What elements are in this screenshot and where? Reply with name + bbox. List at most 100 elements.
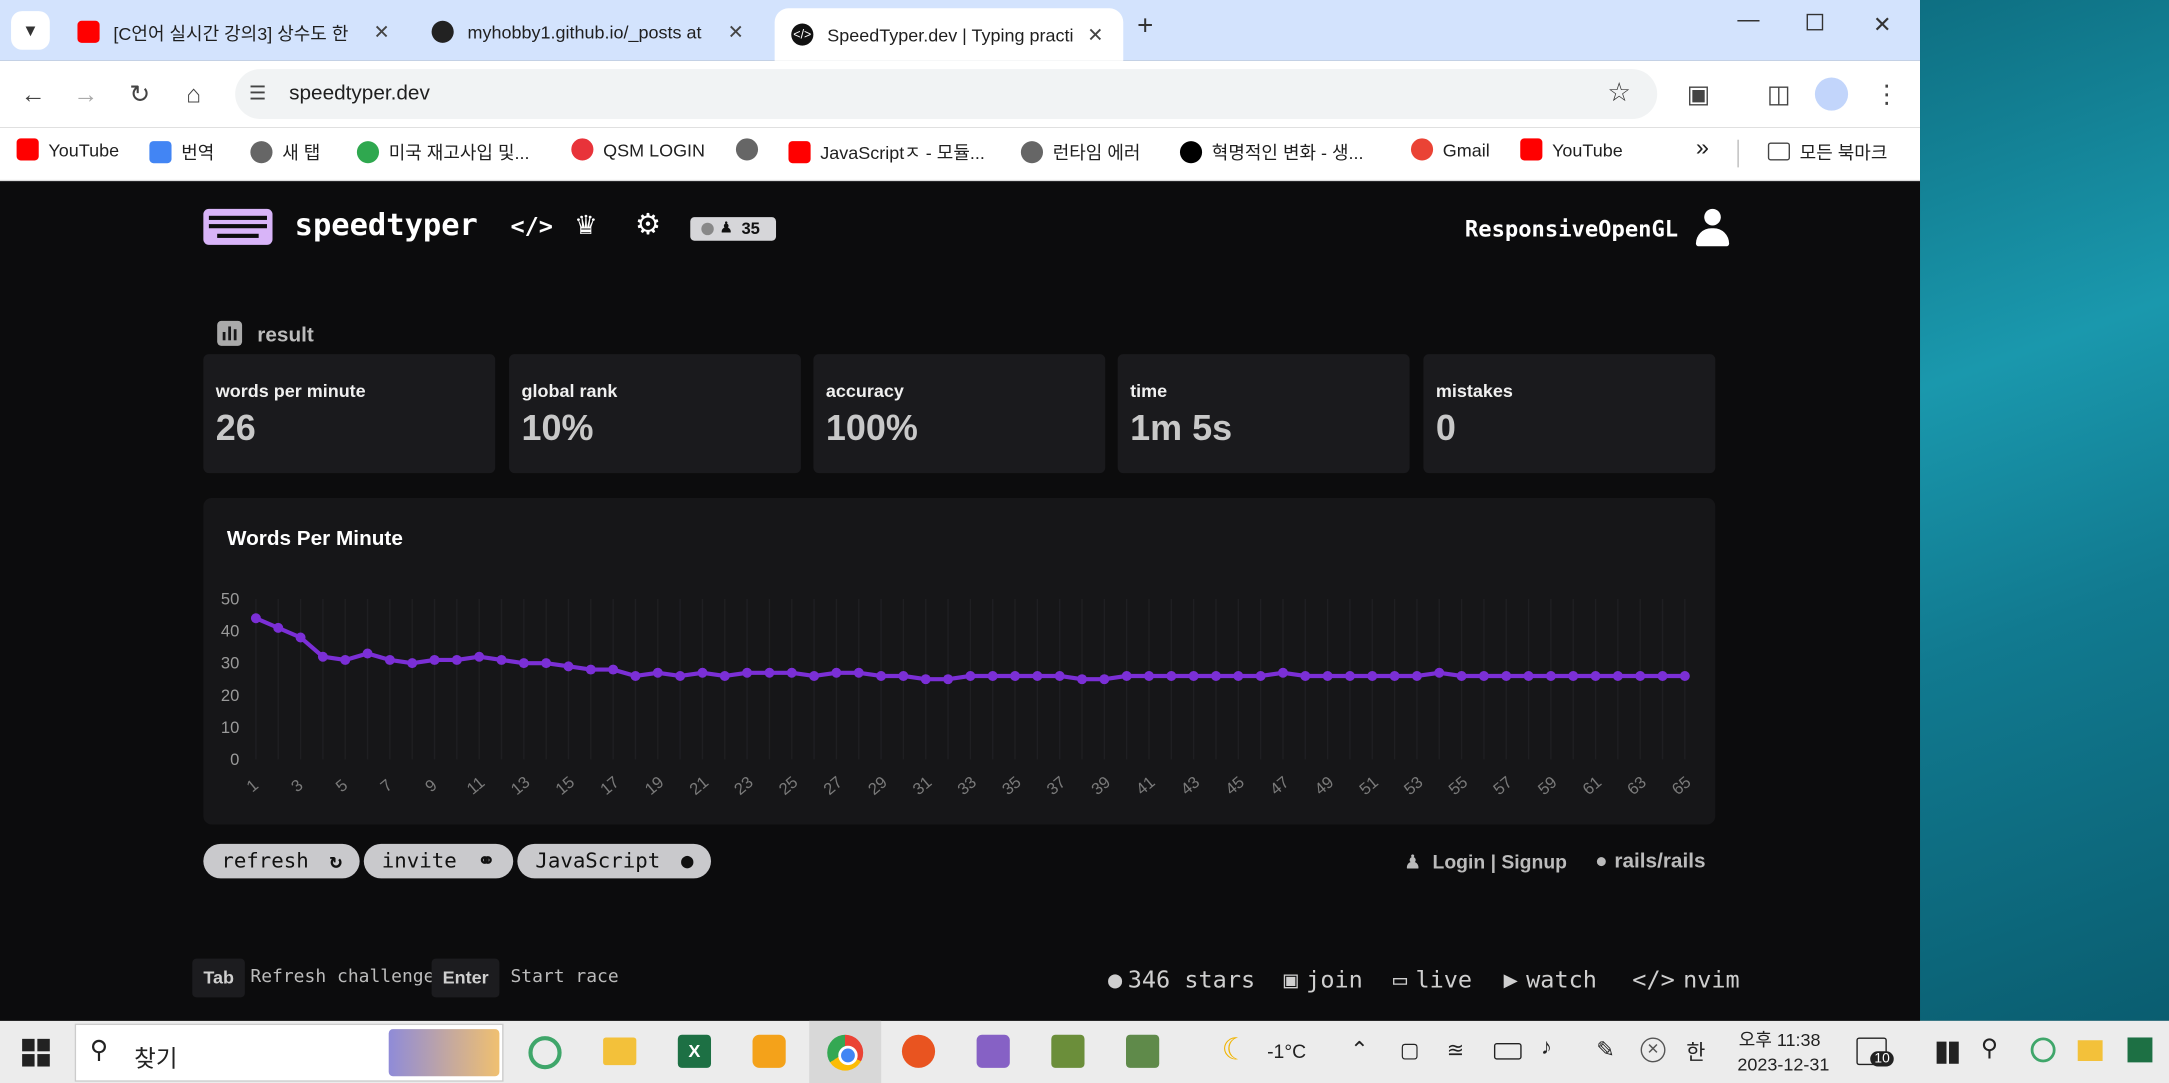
close-icon[interactable]: ✕ [728,20,744,44]
windows-start-icon[interactable] [1936,1041,1959,1064]
tab-title: [C언어 실시간 강의3] 상수도 한 [113,22,349,44]
bookmark-runtime[interactable]: 런타임 에러 [1020,138,1140,164]
x-tick-label: 61 [1579,772,1605,798]
close-icon[interactable]: ✕ [373,20,389,44]
bookmark-gmail[interactable]: Gmail [1410,138,1490,161]
stat-label: global rank [521,380,618,402]
taskbar-search-box[interactable]: ⚲ 찾기 [74,1023,504,1082]
data-point [1568,671,1579,681]
discord-join-link[interactable]: ▣ join [1284,967,1363,995]
code-icon: </> [791,23,814,46]
stat-value: 100% [825,406,918,449]
weather-moon-icon[interactable]: ☾ [1221,1032,1248,1068]
bookmark-translate[interactable]: 번역 [149,138,214,164]
invite-button[interactable]: invite ⚭ [363,843,513,879]
y-tick-label: 40 [221,622,239,641]
side-panel-icon[interactable]: ◫ [1762,77,1795,110]
reload-icon[interactable]: ↻ [123,77,156,110]
back-icon[interactable]: ← [17,77,50,110]
restore-button[interactable] [1806,13,1824,31]
x-tick-label: 49 [1311,772,1337,798]
gear-icon[interactable]: ⚙ [635,207,661,242]
twitch-icon: ▭ [1392,966,1408,995]
data-point [541,658,552,669]
weather-temp[interactable]: -1°C [1267,1040,1306,1062]
nvim-link[interactable]: </> nvim [1632,967,1739,995]
visual-studio-icon[interactable] [976,1034,1010,1068]
x-tick-label: 35 [998,772,1024,798]
profile-avatar[interactable] [1814,77,1849,111]
brand-name[interactable]: speedtyper [295,209,478,244]
home-icon[interactable]: ⌂ [177,77,210,110]
volume-icon[interactable]: ♪ [1541,1036,1552,1061]
tab-youtube[interactable]: [C언어 실시간 강의3] 상수도 한 ✕ [61,8,407,55]
all-bookmarks[interactable]: 모든 북마크 [1767,138,1887,164]
bookmark-new-tab[interactable]: 새 탭 [250,138,320,164]
atom-app-icon[interactable] [2030,1037,2056,1063]
chrome-icon[interactable] [809,1020,882,1083]
pen-icon[interactable]: ✎ [1596,1036,1615,1064]
user-icon[interactable] [1695,208,1730,248]
ime-indicator[interactable]: 한 [1686,1037,1705,1066]
bookmark-inventory[interactable]: 미국 재고사입 및... [356,138,530,164]
site-info-icon[interactable]: ☰ [249,82,266,106]
online-users-badge[interactable]: ♟ 35 [690,217,777,241]
bookmark-revolution[interactable]: 혁명적인 변화 - 생... [1179,138,1364,164]
file-explorer-icon[interactable] [603,1037,637,1066]
code-icon[interactable]: </> [510,213,552,241]
clock-time[interactable]: 오후 11:38 [1739,1025,1821,1051]
bookmark-qsm[interactable]: QSM LOGIN [571,138,705,161]
refresh-button[interactable]: refresh ↻ [203,843,361,879]
language-button[interactable]: JavaScript ● [517,843,712,879]
youtube-watch-link[interactable]: ▶ watch [1504,967,1597,995]
meet-icon[interactable]: ▢ [1400,1037,1420,1063]
file-explorer-icon[interactable] [2077,1040,2103,1061]
data-point [340,654,351,665]
bookmark-globe[interactable] [735,138,768,161]
repo-link[interactable]: ● rails/rails [1595,849,1706,873]
x-tick-label: 59 [1534,772,1560,798]
data-point [1367,671,1378,681]
app-icon[interactable] [1051,1034,1085,1068]
twitch-live-link[interactable]: ▭ live [1393,967,1472,995]
chevron-up-icon[interactable]: ⌃ [1350,1036,1369,1064]
google-icon [1410,138,1434,161]
bookmark-javascript[interactable]: JavaScriptㅈ - 모듈... [788,138,985,164]
circle-x-icon[interactable]: ✕ [1640,1037,1666,1063]
wifi-icon[interactable]: ≊ [1447,1037,1464,1063]
username[interactable]: ResponsiveOpenGL [1465,216,1678,242]
app-icon[interactable] [1126,1034,1160,1068]
excel-icon[interactable]: X [677,1034,712,1068]
minimize-button[interactable]: — [1737,8,1759,33]
bookmark-youtube[interactable]: YouTube [16,138,120,161]
ubuntu-icon[interactable] [901,1034,936,1068]
menu-icon[interactable]: ⋮ [1870,77,1903,110]
tab-speedtyper[interactable]: </> SpeedTyper.dev | Typing practi ✕ [774,8,1124,61]
notes-app-icon[interactable] [752,1034,786,1068]
windows-start-icon[interactable] [22,1038,50,1067]
close-window-button[interactable]: ✕ [1873,11,1892,39]
tab-github[interactable]: myhobby1.github.io/_posts at ✕ [415,8,761,55]
keyboard-logo-icon[interactable] [203,208,273,245]
search-icon[interactable]: ⚲ [1981,1035,1998,1063]
bookmark-youtube-2[interactable]: YouTube [1520,138,1623,161]
atom-app-icon[interactable] [528,1036,562,1070]
excel-icon[interactable] [2127,1037,2153,1063]
extensions-icon[interactable]: ▣ [1682,77,1715,110]
windows-taskbar: ⚲ 찾기 X ☾ -1°C ⌃ ▢ ≊ ♪ ✎ ✕ 한 오후 11:38 202… [0,1020,2169,1083]
new-tab-button[interactable]: + [1137,11,1153,43]
bookmark-label: YouTube [48,139,120,160]
star-icon[interactable]: ☆ [1607,77,1631,109]
address-bar[interactable]: ☰ speedtyper.dev ☆ [235,69,1658,119]
invite-label: invite [381,847,457,873]
login-link[interactable]: ♟ Login | Signup [1404,851,1567,875]
close-icon[interactable]: ✕ [1087,23,1103,47]
tab-search-button[interactable]: ▼ [11,11,50,50]
stat-label: mistakes [1435,380,1513,402]
battery-icon[interactable] [1493,1043,1522,1060]
bookmarks-overflow[interactable]: » [1696,134,1709,162]
github-stars-link[interactable]: ● 346 stars [1108,967,1255,995]
crown-icon[interactable]: ♛ [574,210,598,242]
forward-icon[interactable]: → [69,77,102,110]
clock-date[interactable]: 2023-12-31 [1737,1054,1829,1075]
